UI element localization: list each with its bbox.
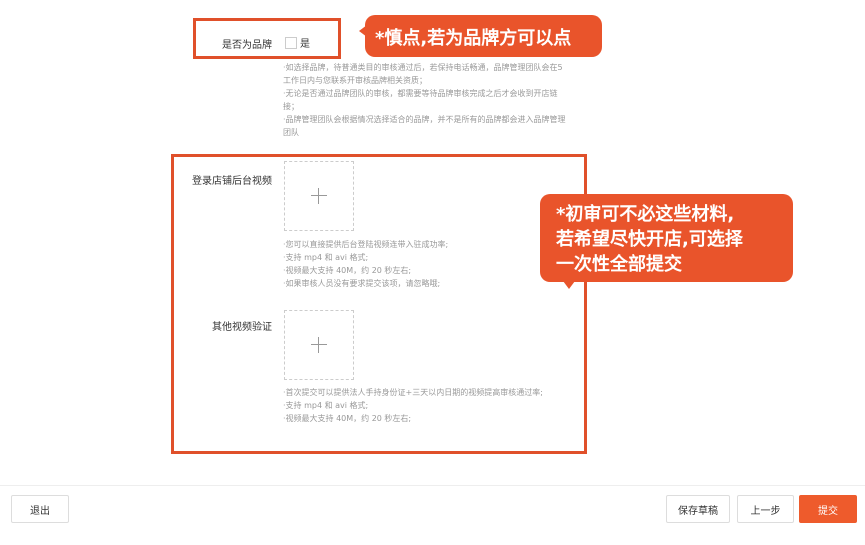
callout-materials-tip: *初审可不必这些材料, 若希望尽快开店,可选择 一次性全部提交 <box>540 194 793 282</box>
note-line: 接； <box>283 102 299 111</box>
note-line: ·您可以直接提供后台登陆视频连带入驻成功率; <box>283 240 449 249</box>
prev-step-button[interactable]: 上一步 <box>737 495 794 523</box>
submit-button[interactable]: 提交 <box>799 495 857 523</box>
exit-button[interactable]: 退出 <box>11 495 69 523</box>
callout-materials-pointer <box>563 281 575 289</box>
login-video-upload[interactable] <box>284 161 354 231</box>
other-video-upload[interactable] <box>284 310 354 380</box>
note-line: ·无论是否通过品牌团队的审核，都需要等待品牌审核完成之后才会收到开店链 <box>283 89 558 98</box>
note-line: ·支持 mp4 和 avi 格式; <box>283 401 369 410</box>
note-line: ·首次提交可以提供法人手持身份证+三天以内日期的视频提高审核通过率; <box>283 388 543 397</box>
callout-line: 若希望尽快开店,可选择 <box>556 229 743 250</box>
plus-icon <box>311 337 327 353</box>
plus-icon <box>311 188 327 204</box>
save-draft-button[interactable]: 保存草稿 <box>666 495 730 523</box>
brand-notes: ·如选择品牌，待普通类目的审核通过后，若保持电话畅通，品牌管理团队会在5 工作日… <box>283 61 603 139</box>
callout-line: *初审可不必这些材料, <box>556 204 735 225</box>
note-line: 团队 <box>283 128 299 137</box>
note-line: ·品牌管理团队会根据情况选择适合的品牌，并不是所有的品牌都会进入品牌管理 <box>283 115 566 124</box>
callout-brand-pointer <box>359 25 367 37</box>
other-video-notes: ·首次提交可以提供法人手持身份证+三天以内日期的视频提高审核通过率; ·支持 m… <box>283 386 583 425</box>
note-line: ·如果审核人员没有要求提交该项，请忽略哦; <box>283 279 441 288</box>
brand-highlight-box <box>193 18 341 59</box>
callout-brand-text: *慎点,若为品牌方可以点 <box>375 28 572 49</box>
other-video-label: 其他视频验证 <box>212 322 272 333</box>
footer-divider <box>0 485 865 486</box>
callout-brand-warning: *慎点,若为品牌方可以点 <box>365 15 602 57</box>
note-line: 工作日内与您联系开审核品牌相关资质； <box>283 76 427 85</box>
login-video-label: 登录店铺后台视频 <box>192 176 272 187</box>
note-line: ·视频最大支持 40M，约 20 秒左右; <box>283 414 412 423</box>
note-line: ·支持 mp4 和 avi 格式; <box>283 253 369 262</box>
note-line: ·视频最大支持 40M，约 20 秒左右; <box>283 266 412 275</box>
note-line: ·如选择品牌，待普通类目的审核通过后，若保持电话畅通，品牌管理团队会在5 <box>283 63 563 72</box>
login-video-notes: ·您可以直接提供后台登陆视频连带入驻成功率; ·支持 mp4 和 avi 格式;… <box>283 238 543 290</box>
callout-line: 一次性全部提交 <box>556 254 682 275</box>
